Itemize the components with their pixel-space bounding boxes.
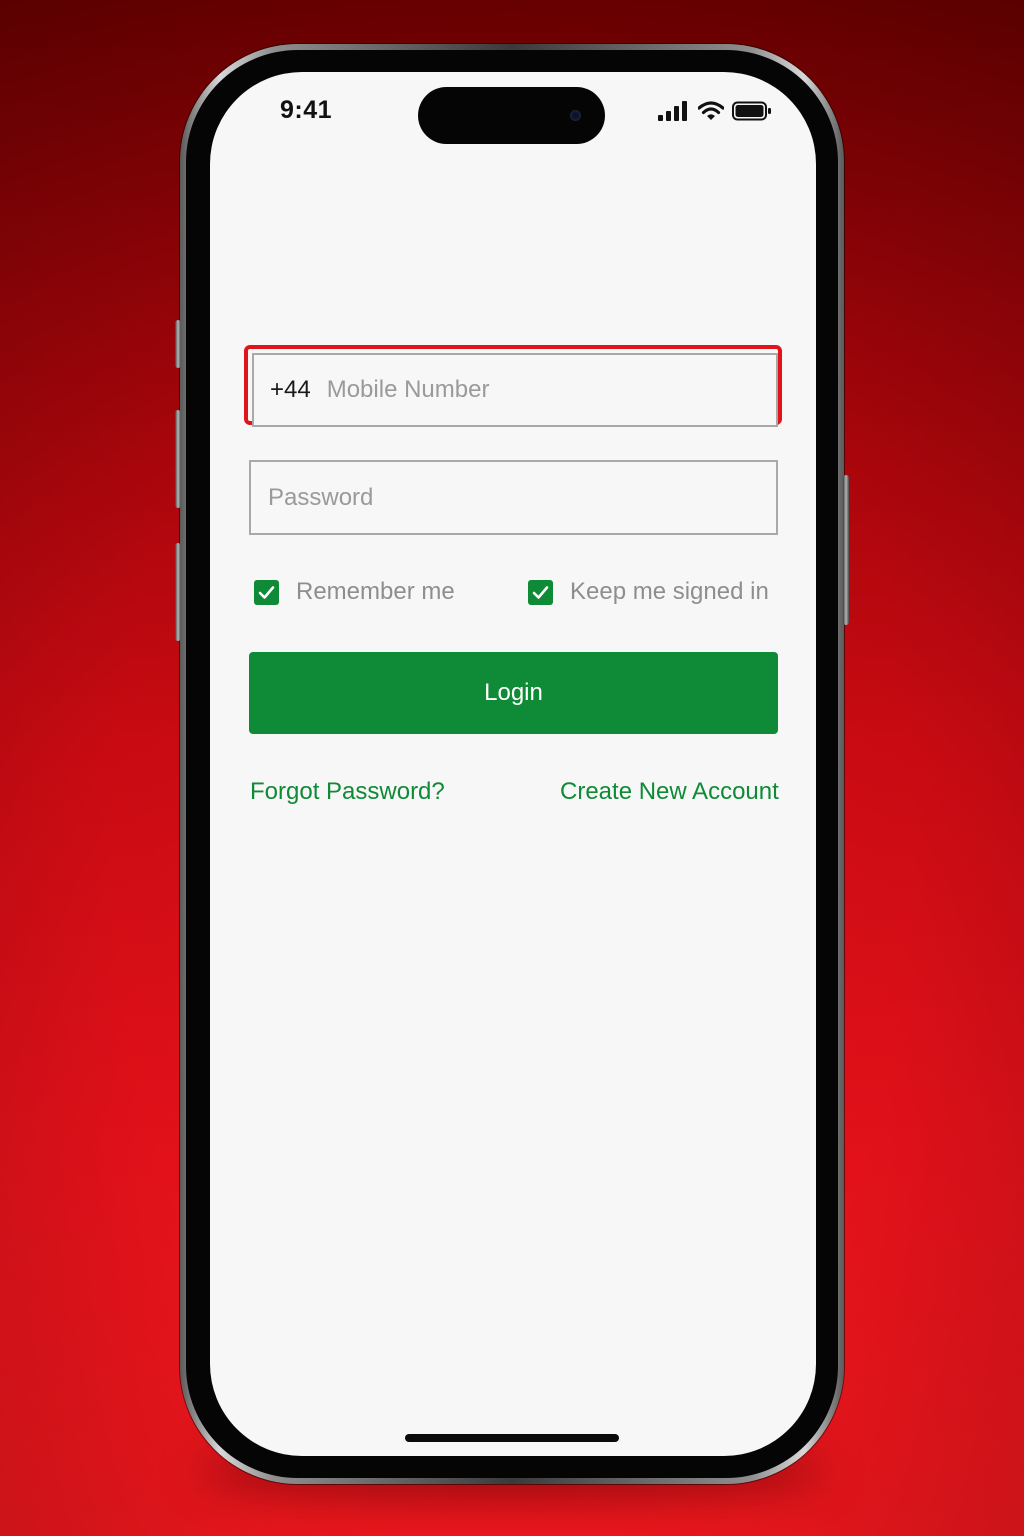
checkbox-checked-icon[interactable] xyxy=(254,579,279,605)
login-button[interactable]: Login xyxy=(249,652,778,734)
mobile-number-field[interactable]: +44 xyxy=(252,353,778,427)
mobile-number-input[interactable] xyxy=(326,376,747,404)
forgot-password-link[interactable]: Forgot Password? xyxy=(250,778,445,806)
status-time: 9:41 xyxy=(280,96,333,124)
front-camera xyxy=(570,110,581,121)
remember-me-label: Remember me xyxy=(296,578,455,605)
status-icons xyxy=(658,101,772,126)
password-input[interactable] xyxy=(268,483,748,512)
battery-icon xyxy=(732,101,772,126)
keep-signed-in-checkbox[interactable]: Keep me signed in xyxy=(528,578,769,606)
cellular-signal-icon xyxy=(658,101,690,126)
volume-up-button xyxy=(175,410,181,508)
password-field[interactable] xyxy=(249,460,778,535)
wifi-icon xyxy=(697,101,725,126)
power-button xyxy=(843,475,849,625)
country-code-prefix[interactable]: +44 xyxy=(270,376,311,404)
volume-down-button xyxy=(175,543,181,641)
remember-me-checkbox[interactable]: Remember me xyxy=(254,578,455,606)
keep-signed-in-label: Keep me signed in xyxy=(570,578,769,605)
checkbox-checked-icon[interactable] xyxy=(528,579,553,605)
phone-screen: 9:41 +44 Mobile Number Remember me Keep … xyxy=(210,72,816,1456)
home-indicator[interactable] xyxy=(405,1434,619,1442)
mobile-number-field-error-outline: +44 xyxy=(244,345,782,427)
dynamic-island xyxy=(418,87,605,144)
action-button xyxy=(175,320,181,368)
create-account-link[interactable]: Create New Account xyxy=(560,778,779,806)
